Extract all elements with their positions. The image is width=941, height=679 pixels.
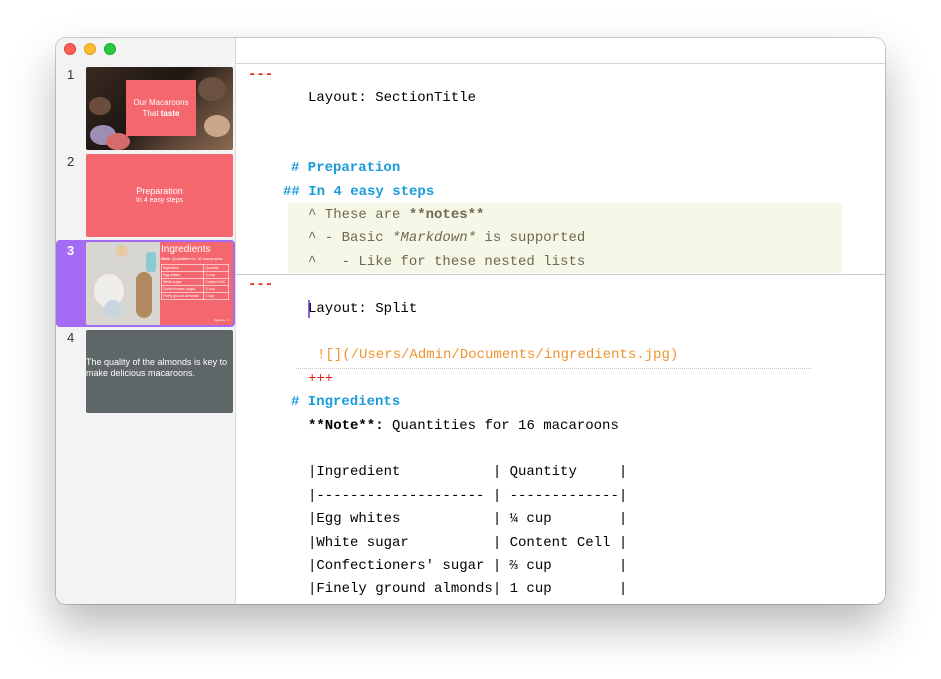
maximize-button[interactable] xyxy=(104,43,116,55)
app-window: 1 Our Macaroons That taste 2 Preparation… xyxy=(56,38,885,604)
ingredients-photo xyxy=(86,242,160,325)
table-cell: Egg whites xyxy=(160,271,205,279)
note-italic-text: *Markdown* xyxy=(392,230,477,246)
slide-title: Preparation xyxy=(136,186,183,196)
table-cell: 1 cup xyxy=(203,292,229,300)
slide-note: Note: Quantities for 16 macaroons xyxy=(161,256,233,261)
heading-1: # Ingredients xyxy=(291,394,401,410)
close-button[interactable] xyxy=(64,43,76,55)
slide-number: 2 xyxy=(67,154,75,169)
split-separator xyxy=(296,368,811,369)
slide-item-2[interactable]: 2 Preparation In 4 easy steps xyxy=(56,154,235,241)
slide-thumbnail-3[interactable]: Ingredients Note: Quantities for 16 maca… xyxy=(86,242,233,325)
subtitle-text: That xyxy=(142,109,161,118)
note-line: ^ - Basic *Markdown* is supported xyxy=(308,230,585,246)
image-link[interactable]: ![](/Users/Admin/Documents/ingredients.j… xyxy=(317,347,678,363)
layout-directive: Layout: SectionTitle xyxy=(308,90,477,106)
slide-sidebar: 1 Our Macaroons That taste 2 Preparation… xyxy=(56,38,236,604)
note-bold: Note xyxy=(161,256,170,261)
split-marker: +++ xyxy=(308,371,334,387)
slide-thumbnail-4[interactable]: The quality of the almonds is key to mak… xyxy=(86,330,233,413)
table-cell: ¼ cup xyxy=(203,271,229,279)
note-text: : Quantities for 16 macaroons xyxy=(169,256,223,261)
slide-separator: --- xyxy=(248,277,274,293)
slide-separator: --- xyxy=(248,67,274,83)
slide-number: 4 xyxy=(67,330,75,345)
note-text: ^ These are xyxy=(308,207,409,223)
slide-title: Our Macaroons xyxy=(133,98,189,107)
macaron-image xyxy=(198,77,226,101)
bold-text: **Note**: xyxy=(308,418,384,434)
note-line: **Note**: Quantities for 16 macaroons xyxy=(308,418,619,434)
macaron-image xyxy=(89,97,111,115)
note-line: ^ These are **notes** xyxy=(308,207,484,223)
plain-text: Quantities for 16 macaroons xyxy=(383,418,619,434)
table-cell: Confectioners' sugar xyxy=(160,285,205,293)
note-text: ^ - Basic xyxy=(308,230,393,246)
table-header: Quantity xyxy=(203,264,229,272)
slide-item-1[interactable]: 1 Our Macaroons That taste xyxy=(56,67,235,154)
table-line: |Confectioners' sugar | ⅔ cup | xyxy=(308,558,628,574)
heading-2: ## In 4 easy steps xyxy=(283,184,435,200)
slide-item-3[interactable]: 3 Ingredients Note: Quantities for 16 ma… xyxy=(56,240,235,327)
slide-number: 3 xyxy=(67,243,75,258)
slide-separator-line xyxy=(236,274,885,275)
macaron-image xyxy=(204,115,230,137)
title-box: Our Macaroons That taste xyxy=(126,80,196,136)
table-cell: White sugar xyxy=(160,278,205,286)
note-text: is supported xyxy=(476,230,586,246)
markdown-editor[interactable]: --- Layout: SectionTitle # Preparation #… xyxy=(236,38,885,604)
slide-thumbnail-2[interactable]: Preparation In 4 easy steps xyxy=(86,154,233,237)
spoon-image xyxy=(136,272,152,318)
heading-1: # Preparation xyxy=(291,160,401,176)
glass-image xyxy=(104,300,122,318)
note-line: ^ - Like for these nested lists xyxy=(308,254,586,270)
slide-title: Ingredients xyxy=(161,244,211,255)
table-cell: Content Cell xyxy=(203,278,229,286)
egg-image xyxy=(116,245,128,257)
slide-thumbnail-1[interactable]: Our Macaroons That taste xyxy=(86,67,233,150)
slide-footer: Agenda · 3 xyxy=(214,318,229,322)
table-line: |Ingredient | Quantity | xyxy=(308,464,628,480)
table-header: Ingredient xyxy=(160,264,205,272)
table-line: |Egg whites | ¼ cup | xyxy=(308,511,628,527)
slide-content: Ingredients Note: Quantities for 16 maca… xyxy=(160,244,233,300)
table-cell: ⅔ cup xyxy=(203,285,229,293)
table-line: |White sugar | Content Cell | xyxy=(308,535,628,551)
slide-number: 1 xyxy=(67,67,75,82)
table-cell: Finely ground almonds xyxy=(160,292,205,300)
whisk-image xyxy=(146,252,156,272)
table-line: |Finely ground almonds| 1 cup | xyxy=(308,581,628,597)
slide-text: The quality of the almonds is key to mak… xyxy=(86,357,228,378)
layout-directive: Layout: Split xyxy=(308,301,418,317)
slide-subtitle: That taste xyxy=(126,108,196,119)
slide-subtitle: In 4 easy steps xyxy=(135,197,184,204)
subtitle-bold: taste xyxy=(160,109,180,118)
window-controls xyxy=(64,43,116,55)
table-line: |-------------------- | -------------| xyxy=(308,488,628,504)
toolbar-divider xyxy=(236,63,885,64)
note-bold-text: **notes** xyxy=(408,207,485,223)
ingredients-table: Ingredient Quantity Egg whites ¼ cup White… xyxy=(160,264,229,300)
slide-item-4[interactable]: 4 The quality of the almonds is key to m… xyxy=(56,330,235,417)
minimize-button[interactable] xyxy=(84,43,96,55)
